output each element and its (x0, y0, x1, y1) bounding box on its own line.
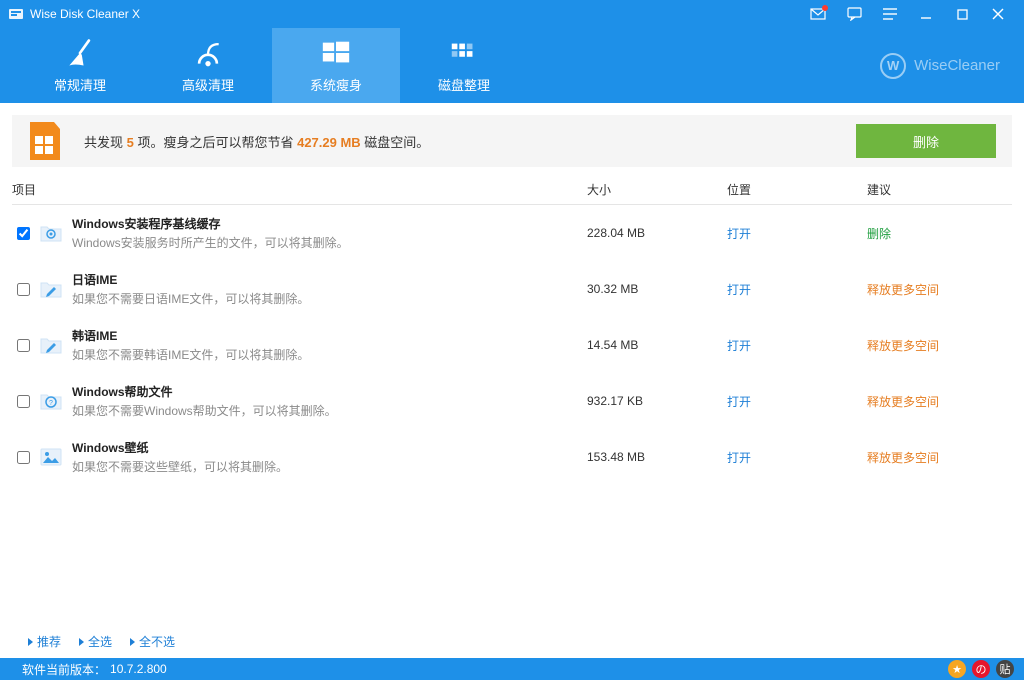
row-title: Windows安装程序基线缓存 (72, 215, 587, 232)
row-icon (38, 333, 64, 357)
col-suggestion: 建议 (867, 181, 1012, 198)
row-suggestion: 释放更多空间 (867, 449, 1012, 466)
open-link[interactable]: 打开 (727, 451, 751, 465)
statusbar: 软件当前版本： 10.7.2.800 ★ の 贴 (0, 658, 1024, 680)
row-icon (38, 221, 64, 245)
row-suggestion: 释放更多空间 (867, 337, 1012, 354)
row-suggestion: 删除 (867, 225, 1012, 242)
open-link[interactable]: 打开 (727, 227, 751, 241)
notification-dot (822, 5, 828, 11)
row-title: 日语IME (72, 271, 587, 288)
close-button[interactable] (980, 0, 1016, 28)
navbar: 常规清理 高级清理 系统瘦身 磁盘整理 W WiseCleaner (0, 28, 1024, 103)
row-size: 14.54 MB (587, 338, 727, 352)
nav-tab-vacuum[interactable]: 高级清理 (144, 28, 272, 103)
row-checkbox[interactable] (17, 395, 30, 408)
row-icon (38, 277, 64, 301)
list-item: ? Windows帮助文件如果您不需要Windows帮助文件，可以将其删除。932… (12, 373, 1012, 429)
row-title: Windows壁纸 (72, 439, 587, 456)
recommend-link[interactable]: 推荐 (28, 633, 61, 650)
nav-label: 系统瘦身 (310, 75, 362, 94)
row-icon: ? (38, 389, 64, 413)
svg-text:?: ? (49, 400, 53, 407)
summary-count: 5 (127, 135, 134, 150)
row-icon (38, 445, 64, 469)
row-checkbox[interactable] (17, 283, 30, 296)
row-desc: 如果您不需要日语IME文件，可以将其删除。 (72, 290, 587, 307)
col-size: 大小 (587, 181, 727, 198)
nav-tab-broom[interactable]: 常规清理 (16, 28, 144, 103)
nav-label: 磁盘整理 (438, 75, 490, 94)
weibo-icon[interactable]: の (972, 660, 990, 678)
brand-label: WiseCleaner (914, 57, 1000, 74)
column-headers: 项目 大小 位置 建议 (12, 181, 1012, 205)
select-none-link[interactable]: 全不选 (130, 633, 175, 650)
list-item: Windows壁纸如果您不需要这些壁纸，可以将其删除。153.48 MB打开 释放… (12, 429, 1012, 485)
maximize-button[interactable] (944, 0, 980, 28)
nav-tab-defrag[interactable]: 磁盘整理 (400, 28, 528, 103)
row-checkbox[interactable] (17, 451, 30, 464)
summary-icon (28, 122, 62, 160)
row-checkbox[interactable] (17, 339, 30, 352)
favorite-icon[interactable]: ★ (948, 660, 966, 678)
brand-logo-icon: W (880, 53, 906, 79)
row-desc: Windows安装服务时所产生的文件，可以将其删除。 (72, 234, 587, 251)
triangle-icon (79, 638, 84, 646)
row-title: 韩语IME (72, 327, 587, 344)
list-item: 日语IME 如果您不需要日语IME文件，可以将其删除。30.32 MB打开 释放更多… (12, 261, 1012, 317)
tieba-icon[interactable]: 贴 (996, 660, 1014, 678)
open-link[interactable]: 打开 (727, 283, 751, 297)
select-all-link[interactable]: 全选 (79, 633, 112, 650)
menu-icon[interactable] (872, 0, 908, 28)
row-desc: 如果您不需要Windows帮助文件，可以将其删除。 (72, 402, 587, 419)
brand: W WiseCleaner (880, 28, 1024, 103)
list-item: 韩语IME 如果您不需要韩语IME文件，可以将其删除。14.54 MB打开 释放更多… (12, 317, 1012, 373)
row-size: 30.32 MB (587, 282, 727, 296)
nav-label: 常规清理 (54, 75, 106, 94)
row-desc: 如果您不需要韩语IME文件，可以将其删除。 (72, 346, 587, 363)
open-link[interactable]: 打开 (727, 395, 751, 409)
broom-icon (64, 37, 96, 69)
app-title: Wise Disk Cleaner X (30, 7, 140, 21)
feedback-icon[interactable] (836, 0, 872, 28)
list-item: Windows安装程序基线缓存 Windows安装服务时所产生的文件，可以将其删除… (12, 205, 1012, 261)
version-value: 10.7.2.800 (110, 662, 167, 676)
minimize-button[interactable] (908, 0, 944, 28)
summary-size: 427.29 MB (297, 135, 361, 150)
row-desc: 如果您不需要这些壁纸，可以将其删除。 (72, 458, 587, 475)
triangle-icon (130, 638, 135, 646)
row-size: 153.48 MB (587, 450, 727, 464)
col-location: 位置 (727, 181, 867, 198)
row-checkbox[interactable] (17, 227, 30, 240)
defrag-icon (448, 37, 480, 69)
item-list: Windows安装程序基线缓存 Windows安装服务时所产生的文件，可以将其删除… (12, 205, 1012, 627)
row-size: 228.04 MB (587, 226, 727, 240)
triangle-icon (28, 638, 33, 646)
open-link[interactable]: 打开 (727, 339, 751, 353)
nav-label: 高级清理 (182, 75, 234, 94)
bottom-links: 推荐 全选 全不选 (0, 627, 1024, 658)
nav-tab-windows[interactable]: 系统瘦身 (272, 28, 400, 103)
summary-bar: 共发现 5 项。瘦身之后可以帮您节省 427.29 MB 磁盘空间。 删除 (12, 115, 1012, 167)
summary-text: 共发现 5 项。瘦身之后可以帮您节省 427.29 MB 磁盘空间。 (84, 132, 429, 151)
windows-icon (320, 37, 352, 69)
row-suggestion: 释放更多空间 (867, 393, 1012, 410)
mail-icon[interactable] (800, 0, 836, 28)
app-icon (8, 6, 24, 22)
row-size: 932.17 KB (587, 394, 727, 408)
row-title: Windows帮助文件 (72, 383, 587, 400)
version-label: 软件当前版本： (22, 661, 106, 678)
delete-button[interactable]: 删除 (856, 124, 996, 158)
titlebar: Wise Disk Cleaner X (0, 0, 1024, 28)
col-item: 项目 (12, 181, 587, 198)
vacuum-icon (192, 37, 224, 69)
row-suggestion: 释放更多空间 (867, 281, 1012, 298)
